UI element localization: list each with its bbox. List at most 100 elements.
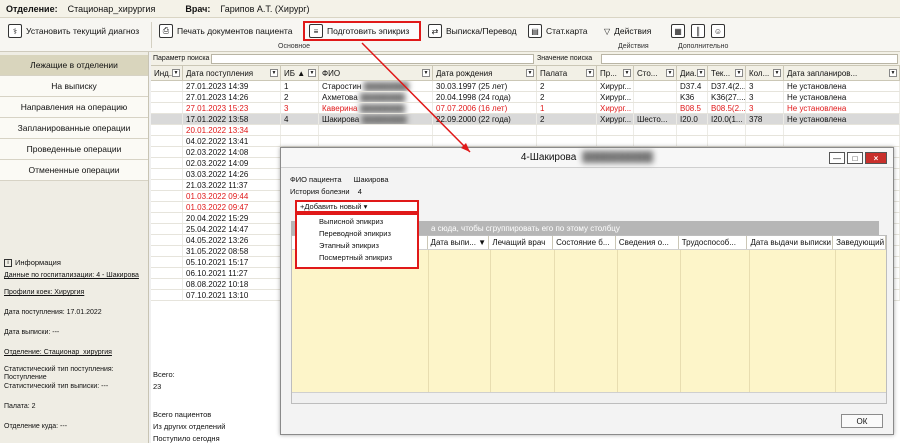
- table-cell: K36: [677, 92, 708, 102]
- table-cell: 3: [746, 103, 784, 113]
- nav-item-cancelled-surgeries[interactable]: Отмененные операции: [0, 160, 148, 181]
- table-row[interactable]: 04.02.2022 13:41: [151, 136, 900, 147]
- filter-dropdown-icon[interactable]: ▼: [889, 69, 897, 77]
- column-header[interactable]: Дата поступления ▼: [183, 66, 281, 80]
- filter-dropdown-icon[interactable]: ▼: [308, 69, 316, 77]
- column-header[interactable]: Диа... ▼: [677, 66, 708, 80]
- extra-button-2[interactable]: ║: [687, 21, 709, 41]
- fio-row: ФИО пациента Шакирова: [290, 175, 389, 184]
- department-link[interactable]: Отделение: Стационар_хирургия: [4, 349, 146, 357]
- table-cell: [433, 136, 537, 146]
- column-header[interactable]: Пр... ▼: [597, 66, 634, 80]
- table-cell: [151, 257, 183, 267]
- table-cell: [708, 136, 746, 146]
- print-docs-button[interactable]: ⎙ Печать документов пациента: [155, 21, 296, 41]
- bed-profile-link[interactable]: Профили коек: Хирургия: [4, 289, 146, 297]
- doctor-value: Гарипов А.Т. (Хирург): [220, 3, 310, 14]
- minimize-icon[interactable]: —: [829, 152, 845, 164]
- menu-item-stage-epicrisis[interactable]: Этапный эпикриз: [297, 239, 417, 251]
- filter-dropdown-icon[interactable]: ▼: [773, 69, 781, 77]
- menu-item-discharge-epicrisis[interactable]: Выписной эпикриз: [297, 215, 417, 227]
- filter-dropdown-icon[interactable]: ▼: [526, 69, 534, 77]
- nav-item-in-department[interactable]: Лежащие в отделении: [0, 55, 148, 76]
- grid-line: [835, 250, 836, 392]
- table-row[interactable]: 17.01.2022 13:58 4 Шакирова ████████ 22.09.…: [151, 114, 900, 125]
- maximize-icon[interactable]: □: [847, 152, 863, 164]
- filter-dropdown-icon[interactable]: ▼: [623, 69, 631, 77]
- redacted-text: ████████: [357, 104, 406, 113]
- statcard-button[interactable]: ▤ Стат.карта: [524, 21, 592, 41]
- column-header[interactable]: ФИО ▼: [319, 66, 433, 80]
- table-row[interactable]: 27.01.2023 14:39 1 Старостин ████████ 30.03…: [151, 81, 900, 92]
- table-cell: [597, 125, 634, 135]
- person-card-icon: ☺: [711, 24, 725, 38]
- table-cell: [151, 268, 183, 278]
- column-header[interactable]: Кол... ▼: [746, 66, 784, 80]
- epicrisis-column-header[interactable]: Дата выпи... ▼: [428, 236, 490, 249]
- table-cell: [151, 136, 183, 146]
- actions-dropdown[interactable]: ▽ Действия: [600, 21, 655, 41]
- close-icon[interactable]: ×: [865, 152, 887, 164]
- table-row[interactable]: 20.01.2022 13:34: [151, 125, 900, 136]
- epicrisis-column-header[interactable]: Сведения о...: [616, 236, 679, 249]
- table-row[interactable]: 27.01.2023 14:26 2 Ахметова ████████ 20.04.…: [151, 92, 900, 103]
- table-cell: [784, 136, 900, 146]
- filter-dropdown-icon[interactable]: ▼: [697, 69, 705, 77]
- table-cell: [151, 147, 183, 157]
- table-cell: Старостин ████████: [319, 81, 433, 91]
- redacted-text: ████████: [361, 82, 409, 91]
- epicrisis-dialog: 4-Шакирова ██████████ — □ × ФИО пациента…: [280, 147, 894, 435]
- nav-item-performed-surgeries[interactable]: Проведенные операции: [0, 139, 148, 160]
- table-cell: [537, 125, 597, 135]
- table-cell: Хирург...: [597, 92, 634, 102]
- discharge-transfer-button[interactable]: ⇄ Выписка/Перевод: [424, 21, 521, 41]
- ok-button[interactable]: ОК: [841, 414, 883, 428]
- filter-dropdown-icon[interactable]: ▼: [666, 69, 674, 77]
- redacted-text: ████████: [357, 93, 406, 102]
- extra-button-3[interactable]: ☺: [707, 21, 729, 41]
- column-header[interactable]: Дата запланиров... ▼: [784, 66, 900, 80]
- menu-item-transfer-epicrisis[interactable]: Переводной эпикриз: [297, 227, 417, 239]
- admitted-today-label: Поступило сегодня: [153, 434, 220, 443]
- nav-item-surgery-referrals[interactable]: Направления на операцию: [0, 97, 148, 118]
- nav-item-to-discharge[interactable]: На выписку: [0, 76, 148, 97]
- extra-button-1[interactable]: ▦: [667, 21, 689, 41]
- table-cell: [151, 213, 183, 223]
- filter-dropdown-icon[interactable]: ▼: [422, 69, 430, 77]
- horizontal-scrollbar[interactable]: [292, 392, 886, 403]
- table-cell: 3: [746, 92, 784, 102]
- filter-dropdown-icon[interactable]: ▼: [586, 69, 594, 77]
- column-header[interactable]: Дата рождения ▼: [433, 66, 537, 80]
- table-row[interactable]: 27.01.2023 15:23 3 Каверина ████████ 07.07.…: [151, 103, 900, 114]
- epicrisis-column-header[interactable]: Дата выдачи выписки: [747, 236, 834, 249]
- prepare-epicrisis-button[interactable]: ≡ Подготовить эпикриз: [303, 21, 421, 41]
- column-header[interactable]: Инд... ▼: [151, 66, 183, 80]
- table-cell: [151, 158, 183, 168]
- nav-item-planned-surgeries[interactable]: Запланированные операции: [0, 118, 148, 139]
- filter-dropdown-icon[interactable]: ▼: [735, 69, 743, 77]
- table-cell: I20.0(1...: [708, 114, 746, 124]
- menu-item-posthumous-epicrisis[interactable]: Посмертный эпикриз: [297, 251, 417, 263]
- epicrisis-column-header[interactable]: Лечащий врач: [489, 236, 554, 249]
- column-header[interactable]: ИБ ▲ ▼: [281, 66, 319, 80]
- column-header[interactable]: Тек... ▼: [708, 66, 746, 80]
- search-value-input[interactable]: [601, 54, 898, 64]
- filter-dropdown-icon[interactable]: ▼: [270, 69, 278, 77]
- table-cell: 4: [281, 114, 319, 124]
- column-header-label: Дата рождения: [436, 68, 493, 78]
- column-header[interactable]: Палата ▼: [537, 66, 597, 80]
- grid-header: Инд... ▼ Дата поступления ▼ ИБ ▲ ▼ ФИО ▼ Дата ро…: [151, 66, 900, 81]
- epicrisis-column-header[interactable]: Состояние б...: [553, 236, 616, 249]
- epicrisis-column-header[interactable]: Трудоспособ...: [679, 236, 748, 249]
- filter-dropdown-icon[interactable]: ▼: [172, 69, 180, 77]
- table-cell: 2: [281, 92, 319, 102]
- discharge-date: Дата выписки: ---: [4, 329, 60, 336]
- set-diagnosis-button[interactable]: ⚕ Установить текущий диагноз: [4, 21, 143, 41]
- group-label-main: Основное: [278, 43, 311, 50]
- column-header[interactable]: Сто... ▼: [634, 66, 677, 80]
- epicrisis-column-header[interactable]: Заведующий: [833, 236, 886, 249]
- search-param-select[interactable]: [211, 54, 534, 64]
- table-cell: 2: [537, 114, 597, 124]
- hospitalization-link[interactable]: Данные по госпитализации: 4 - Шакирова: [4, 272, 146, 280]
- add-new-button[interactable]: +Добавить новый ▾: [295, 200, 419, 213]
